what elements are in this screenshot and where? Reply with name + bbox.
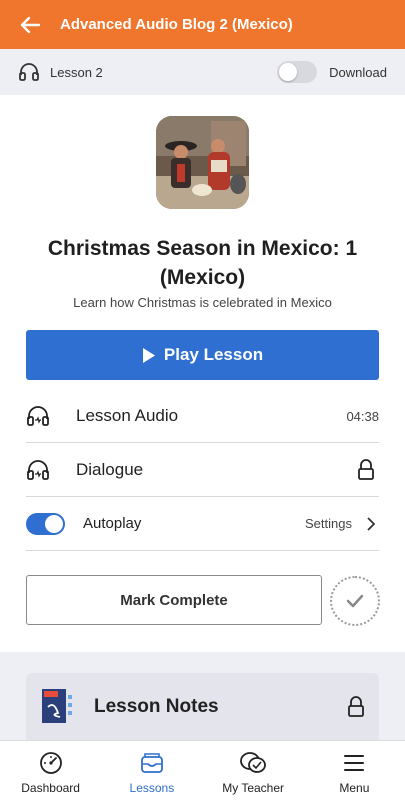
audio-duration: 04:38 [346, 408, 379, 424]
tab-my-teacher-label: My Teacher [222, 781, 285, 795]
chat-icon [240, 752, 267, 773]
download-toggle[interactable] [277, 61, 318, 83]
headphones-icon [27, 459, 49, 480]
checkmark-icon [346, 594, 364, 608]
tab-my-teacher[interactable]: My Teacher [203, 741, 304, 811]
hamburger-icon [344, 755, 365, 771]
back-button[interactable] [0, 0, 60, 49]
play-lesson-label: Play Lesson [163, 345, 264, 364]
tab-dashboard[interactable]: Dashboard [0, 741, 101, 811]
download-label: Download [329, 64, 387, 80]
arrow-left-icon [20, 16, 41, 33]
play-icon [142, 347, 155, 363]
lesson-notes-label: Lesson Notes [94, 695, 219, 717]
autoplay-toggle[interactable] [26, 512, 65, 535]
dialogue-row[interactable]: Dialogue [26, 443, 379, 497]
lesson-audio-label: Lesson Audio [76, 406, 179, 425]
play-lesson-button[interactable]: Play Lesson [26, 330, 379, 380]
lesson-notes-card[interactable]: Lesson Notes [26, 673, 379, 740]
tab-menu-label: Menu [339, 781, 370, 795]
settings-link[interactable]: Settings [305, 516, 352, 531]
lock-icon [348, 695, 364, 717]
tab-dashboard-label: Dashboard [21, 781, 80, 795]
lesson-subbar: Lesson 2 Download [0, 49, 405, 95]
mark-complete-button[interactable]: Mark Complete [26, 575, 322, 625]
dialogue-label: Dialogue [76, 459, 144, 479]
chevron-right-icon[interactable] [366, 516, 375, 531]
autoplay-label: Autoplay [83, 515, 142, 532]
app-bar: Advanced Audio Blog 2 (Mexico) [0, 0, 405, 49]
lesson-subtitle: Learn how Christmas is celebrated in Mex… [73, 295, 332, 310]
pdf-icon [42, 688, 72, 723]
headphones-icon [19, 63, 39, 81]
mark-complete-label: Mark Complete [120, 591, 228, 609]
complete-check-button[interactable] [330, 576, 380, 626]
lesson-number: Lesson 2 [50, 64, 103, 80]
lock-icon [358, 458, 374, 480]
lesson-thumbnail [156, 116, 249, 209]
lesson-title: Christmas Season in Mexico: 1 (Mexico) [47, 237, 358, 289]
inbox-icon [140, 753, 163, 773]
page-title: Advanced Audio Blog 2 (Mexico) [60, 16, 293, 33]
headphones-icon [27, 406, 49, 426]
tab-lessons[interactable]: Lessons [101, 741, 202, 811]
gauge-icon [39, 752, 62, 774]
autoplay-row: Autoplay Settings [26, 497, 379, 551]
tab-menu[interactable]: Menu [304, 741, 405, 811]
bottom-tab-bar: Dashboard Lessons My Teacher Menu [0, 740, 405, 811]
lesson-audio-row[interactable]: Lesson Audio 04:38 [26, 390, 379, 443]
tab-lessons-label: Lessons [129, 781, 175, 795]
